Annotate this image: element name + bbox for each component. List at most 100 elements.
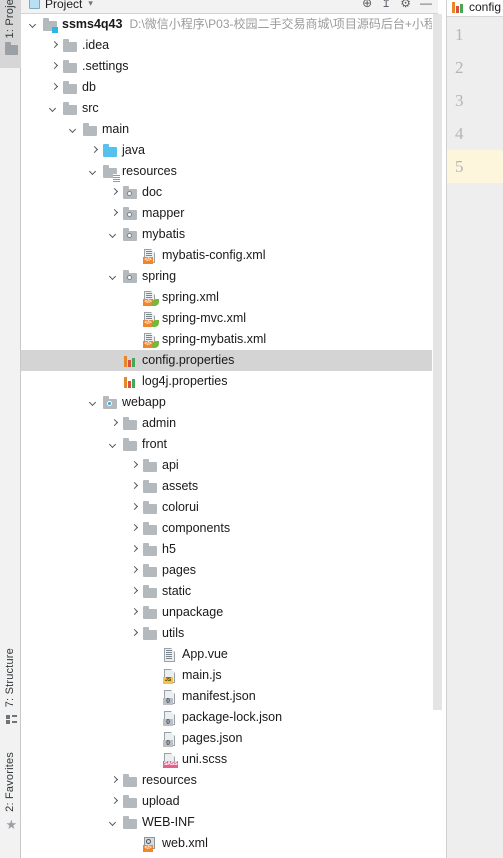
- tree-row-label: ssms4q43: [62, 17, 123, 31]
- chevron-down-icon[interactable]: [109, 439, 120, 450]
- tree-row[interactable]: src: [21, 98, 438, 119]
- folder-icon: [62, 59, 78, 75]
- chevron-down-icon[interactable]: [49, 103, 60, 114]
- tree-row-label: manifest.json: [182, 689, 256, 703]
- tree-row[interactable]: </> web.xml: [21, 833, 438, 854]
- project-tree[interactable]: ssms4q43 D:\微信小程序\P03-校园二手交易商城\项目源码后台+小程序…: [21, 14, 438, 858]
- tree-row[interactable]: assets: [21, 476, 438, 497]
- folder-icon: [3, 41, 19, 57]
- properties-file-icon: [122, 374, 138, 390]
- scroll-from-source-icon[interactable]: ↥: [381, 0, 391, 9]
- tree-row[interactable]: utils: [21, 623, 438, 644]
- tree-row[interactable]: front: [21, 434, 438, 455]
- chevron-down-icon[interactable]: [89, 397, 100, 408]
- chevron-right-icon[interactable]: [109, 187, 120, 198]
- chevron-down-icon[interactable]: [89, 166, 100, 177]
- chevron-right-icon[interactable]: [109, 208, 120, 219]
- tree-row[interactable]: unpackage: [21, 602, 438, 623]
- tree-row[interactable]: {} manifest.json: [21, 686, 438, 707]
- tree-row[interactable]: api: [21, 455, 438, 476]
- tree-row[interactable]: {} package-lock.json: [21, 707, 438, 728]
- tree-row[interactable]: colorui: [21, 497, 438, 518]
- chevron-right-icon[interactable]: [109, 775, 120, 786]
- tree-row-label: api: [162, 458, 179, 472]
- chevron-right-icon[interactable]: [129, 460, 140, 471]
- tree-row-label: mybatis-config.xml: [162, 248, 266, 262]
- vue-file-icon: [162, 647, 178, 663]
- tree-row[interactable]: WEB-INF: [21, 812, 438, 833]
- star-icon: ★: [5, 816, 18, 832]
- tree-row[interactable]: .settings: [21, 56, 438, 77]
- chevron-right-icon[interactable]: [129, 502, 140, 513]
- tree-row[interactable]: upload: [21, 791, 438, 812]
- tree-row[interactable]: main: [21, 119, 438, 140]
- chevron-right-icon[interactable]: [129, 628, 140, 639]
- chevron-right-icon[interactable]: [129, 565, 140, 576]
- tree-row[interactable]: </> spring-mybatis.xml: [21, 329, 438, 350]
- tree-row-label: admin: [142, 416, 177, 430]
- tree-row[interactable]: h5: [21, 539, 438, 560]
- chevron-right-icon[interactable]: [89, 145, 100, 156]
- chevron-right-icon[interactable]: [129, 544, 140, 555]
- tree-row[interactable]: pages: [21, 560, 438, 581]
- chevron-right-icon[interactable]: [129, 481, 140, 492]
- tree-row-label: webapp: [122, 395, 166, 409]
- tree-row[interactable]: </> mybatis-config.xml: [21, 245, 438, 266]
- tree-row[interactable]: resources: [21, 770, 438, 791]
- chevron-down-icon[interactable]: [109, 229, 120, 240]
- tree-row[interactable]: admin: [21, 413, 438, 434]
- tree-row[interactable]: java: [21, 140, 438, 161]
- project-scrollbar-thumb[interactable]: [433, 14, 442, 710]
- tree-row[interactable]: components: [21, 518, 438, 539]
- chevron-down-icon[interactable]: [109, 817, 120, 828]
- editor-line-number-gutter: 1 2 3 4 5: [447, 18, 503, 858]
- chevron-down-icon[interactable]: [29, 19, 40, 30]
- chevron-down-icon[interactable]: [69, 124, 80, 135]
- tree-row-label: .idea: [82, 38, 110, 52]
- tree-row[interactable]: SASS uni.scss: [21, 749, 438, 770]
- collapse-all-icon[interactable]: ⊕: [362, 0, 372, 9]
- settings-gear-icon[interactable]: ⚙: [400, 0, 411, 9]
- tree-row[interactable]: App.vue: [21, 644, 438, 665]
- tree-row[interactable]: </> spring-mvc.xml: [21, 308, 438, 329]
- tree-row[interactable]: webapp: [21, 392, 438, 413]
- properties-file-icon: [450, 0, 466, 15]
- tree-row[interactable]: .idea: [21, 35, 438, 56]
- tree-row[interactable]: static: [21, 581, 438, 602]
- chevron-right-icon[interactable]: [49, 61, 60, 72]
- tool-window-strip: 1: Project 7: Structure 2: Favorites ★: [0, 0, 21, 858]
- chevron-down-icon[interactable]: ▾: [88, 0, 93, 9]
- tool-button-project[interactable]: 1: Project: [0, 0, 21, 68]
- tree-row[interactable]: </> spring.xml: [21, 287, 438, 308]
- tree-row[interactable]: mybatis: [21, 224, 438, 245]
- tree-row[interactable]: doc: [21, 182, 438, 203]
- hide-panel-icon[interactable]: —: [420, 0, 432, 9]
- tree-row-selected[interactable]: config.properties: [21, 350, 438, 371]
- tree-row-label: db: [82, 80, 96, 94]
- tree-row[interactable]: ssms4q43 D:\微信小程序\P03-校园二手交易商城\项目源码后台+小程序: [21, 14, 438, 35]
- tree-row[interactable]: spring: [21, 266, 438, 287]
- chevron-right-icon[interactable]: [49, 40, 60, 51]
- folder-icon: [142, 479, 158, 495]
- tree-row[interactable]: log4j.properties: [21, 371, 438, 392]
- chevron-right-icon[interactable]: [49, 82, 60, 93]
- tree-row[interactable]: JS main.js: [21, 665, 438, 686]
- editor-tab-config[interactable]: config: [450, 0, 501, 16]
- tree-row[interactable]: {} pages.json: [21, 728, 438, 749]
- tree-row-label: upload: [142, 794, 180, 808]
- tool-button-structure[interactable]: 7: Structure: [0, 648, 21, 738]
- tree-row[interactable]: db: [21, 77, 438, 98]
- chevron-right-icon[interactable]: [109, 796, 120, 807]
- tree-row[interactable]: resources: [21, 161, 438, 182]
- chevron-right-icon[interactable]: [129, 607, 140, 618]
- tool-button-favorites[interactable]: 2: Favorites ★: [0, 752, 21, 848]
- chevron-right-icon[interactable]: [129, 523, 140, 534]
- chevron-right-icon[interactable]: [129, 586, 140, 597]
- gutter-line-number: 2: [455, 58, 464, 77]
- chevron-right-icon[interactable]: [109, 418, 120, 429]
- tree-row[interactable]: mapper: [21, 203, 438, 224]
- chevron-down-icon[interactable]: [109, 271, 120, 282]
- tree-row-label: resources: [142, 773, 197, 787]
- package-folder-icon: [122, 185, 138, 201]
